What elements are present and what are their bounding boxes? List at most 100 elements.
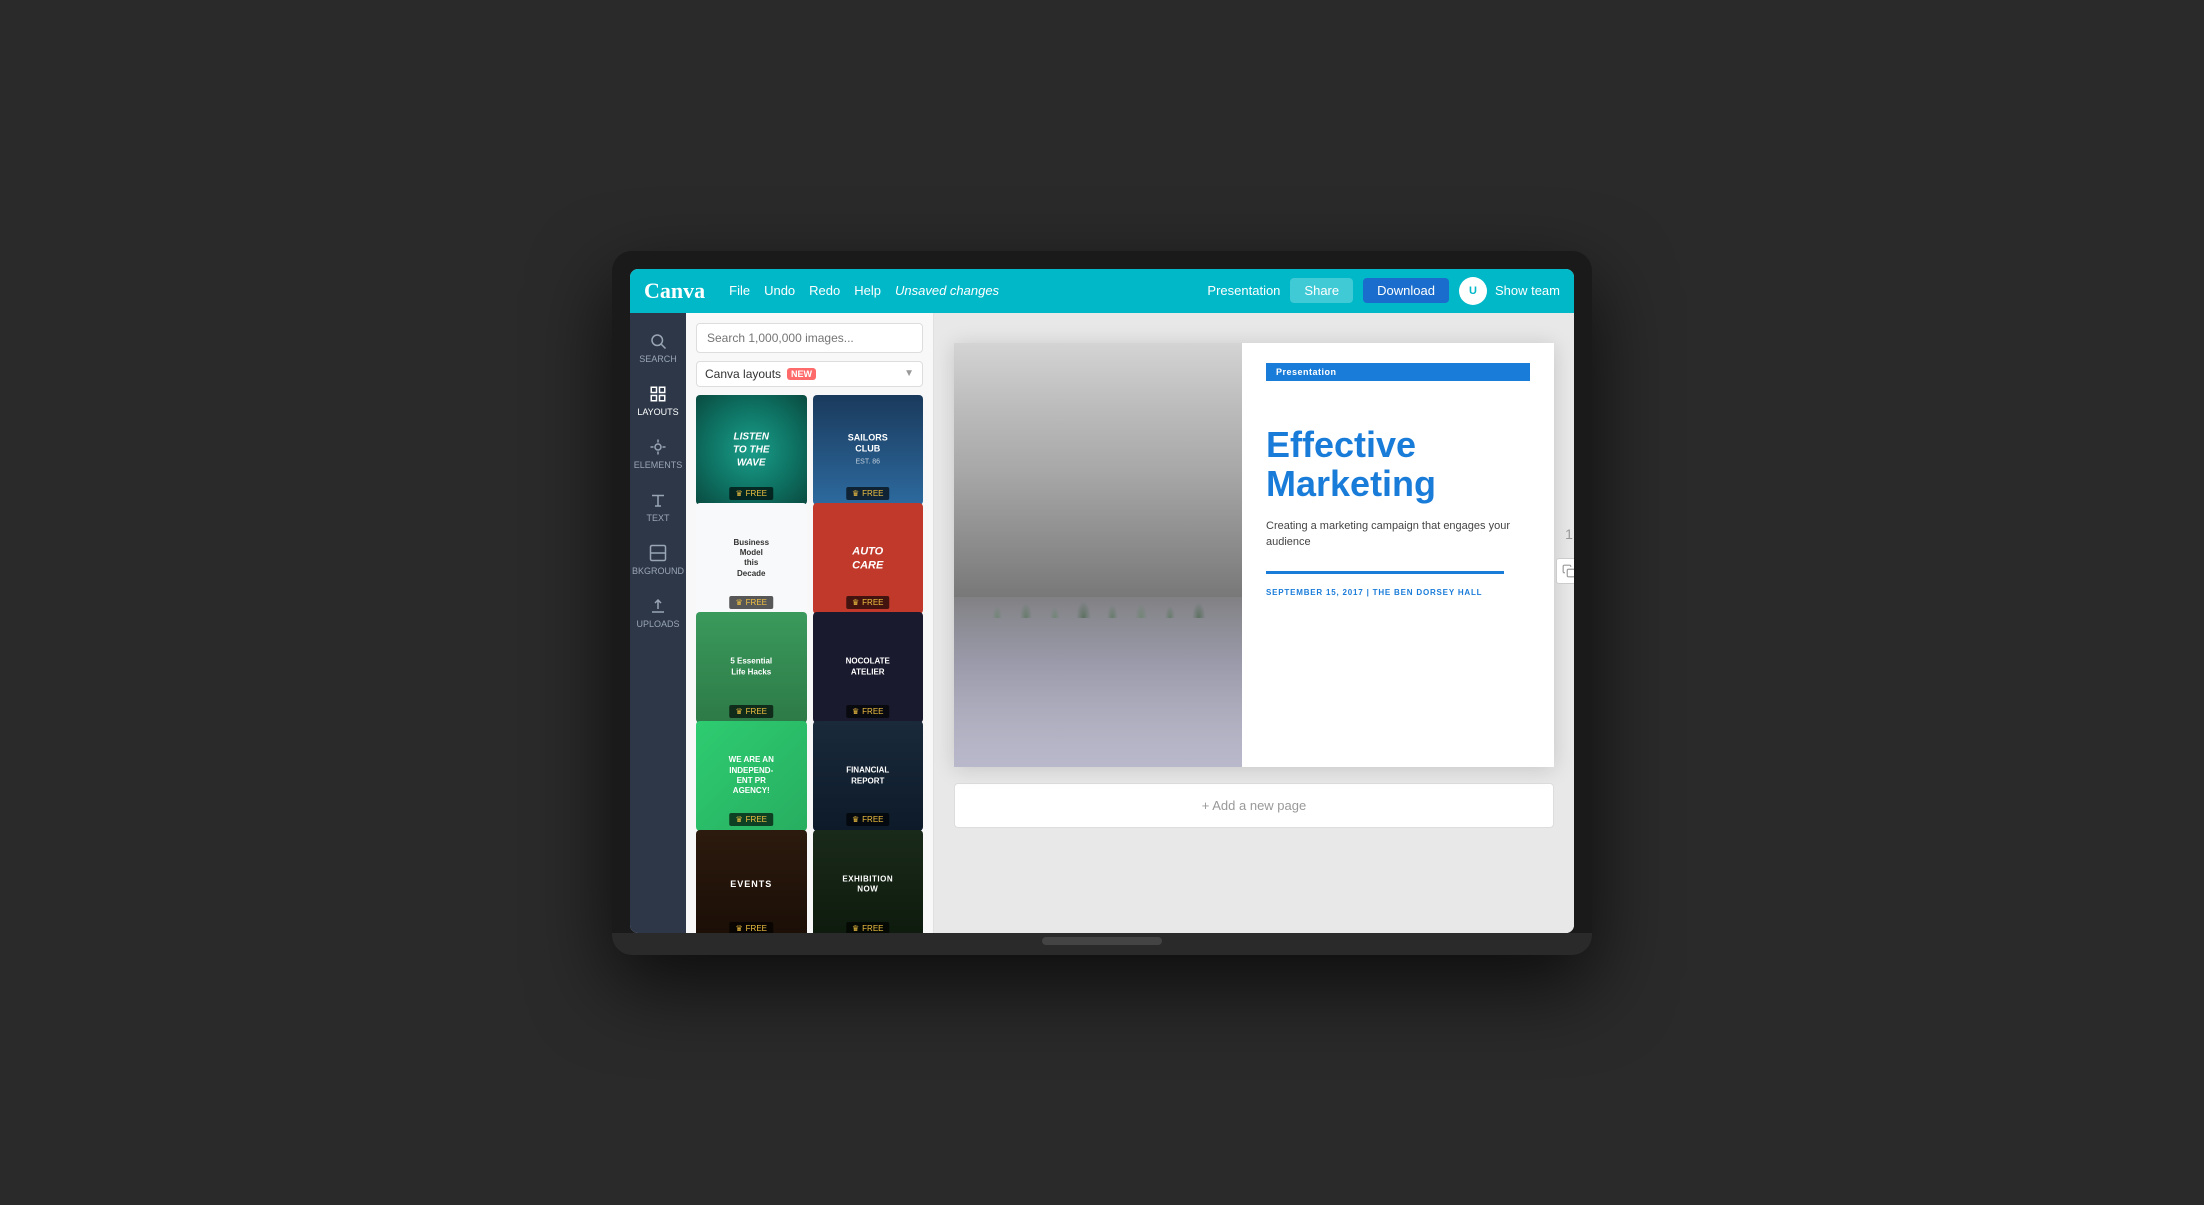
text-icon: [648, 490, 668, 510]
free-badge-sailors: ♛ FREE: [846, 487, 890, 500]
crown-icon-sailors: ♛: [852, 489, 859, 498]
background-icon: [648, 543, 668, 563]
template-card-pragency[interactable]: WE ARE ANINDEPEND-ENT PRAGENCY! ♛ FREE: [696, 721, 807, 832]
main-content: SEARCH LAYOUTS: [630, 313, 1574, 933]
help-menu[interactable]: Help: [854, 283, 881, 298]
filter-dropdown[interactable]: Canva layouts NEW ▼: [696, 361, 923, 387]
crown-icon-lifehacks: ♛: [735, 707, 742, 716]
new-badge: NEW: [787, 368, 816, 380]
slide[interactable]: Presentation Effective Marketing Creatin…: [954, 343, 1554, 767]
canva-logo[interactable]: Canva: [644, 278, 705, 304]
template-title-listen: LISTENTO THEWAVE: [702, 430, 801, 469]
show-team-label: Show team: [1495, 283, 1560, 298]
templates-grid: LISTENTO THEWAVE ♛ FREE SAILORSCLUBEST. …: [686, 395, 933, 933]
laptop-frame: Canva File Undo Redo Help Unsaved change…: [612, 251, 1592, 955]
slide-divider-line: [1266, 571, 1504, 574]
slide-number-area: 1: [1556, 526, 1574, 584]
free-badge-business: ♛ FREE: [729, 596, 773, 609]
topbar-nav: File Undo Redo Help Unsaved changes: [729, 283, 999, 298]
copy-slide-button[interactable]: [1556, 558, 1574, 584]
template-title-nocolate: NOCOLATEATELIER: [818, 657, 917, 678]
sidebar-item-search[interactable]: SEARCH: [630, 323, 686, 372]
crown-icon-events: ♛: [735, 924, 742, 932]
filter-label: Canva layouts: [705, 367, 781, 381]
canvas-area[interactable]: Presentation Effective Marketing Creatin…: [934, 313, 1574, 933]
sidebar-elements-label: ELEMENTS: [634, 460, 683, 470]
template-title-financial: FINANCIALREPORT: [818, 766, 917, 787]
slide-presentation-tag: Presentation: [1266, 363, 1530, 381]
elements-icon: [648, 437, 668, 457]
slide-content: Presentation Effective Marketing Creatin…: [1242, 343, 1554, 767]
template-title-pragency: WE ARE ANINDEPEND-ENT PRAGENCY!: [702, 755, 801, 797]
crown-icon-pragency: ♛: [735, 815, 742, 824]
topbar-right: Presentation Share Download U Show team: [1207, 277, 1560, 305]
template-card-sailors[interactable]: SAILORSCLUBEST. 86 ♛ FREE: [813, 395, 924, 506]
template-title-exhibition: EXHIBITIONNOW: [818, 875, 917, 896]
redo-button[interactable]: Redo: [809, 283, 840, 298]
undo-button[interactable]: Undo: [764, 283, 795, 298]
forest-detail: [954, 364, 1242, 619]
file-menu[interactable]: File: [729, 283, 750, 298]
sidebar-search-label: SEARCH: [639, 354, 677, 364]
search-icon: [648, 331, 668, 351]
sidebar-text-label: TEXT: [646, 513, 669, 523]
topbar: Canva File Undo Redo Help Unsaved change…: [630, 269, 1574, 313]
slide-image: [954, 343, 1242, 767]
template-title-lifehacks: 5 EssentialLife Hacks: [702, 657, 801, 678]
template-card-exhibition[interactable]: EXHIBITIONNOW ♛ FREE: [813, 830, 924, 933]
template-card-financial[interactable]: FINANCIALREPORT ♛ FREE: [813, 721, 924, 832]
search-input[interactable]: [696, 323, 923, 353]
sidebar-item-background[interactable]: BKGROUND: [630, 535, 686, 584]
laptop-base: [612, 933, 1592, 955]
template-title-business: BusinessModelthisDecade: [702, 538, 801, 580]
crown-icon-exhibition: ♛: [852, 924, 859, 932]
slide-title-line2: Marketing: [1266, 463, 1436, 504]
template-card-events[interactable]: EVENTS ♛ FREE: [696, 830, 807, 933]
free-badge-financial: ♛ FREE: [846, 813, 890, 826]
layouts-icon: [648, 384, 668, 404]
presentation-type-label: Presentation: [1207, 283, 1280, 298]
crown-icon: ♛: [735, 489, 742, 498]
sidebar-uploads-label: UPLOADS: [636, 619, 679, 629]
uploads-icon: [648, 596, 668, 616]
search-bar-container: [686, 313, 933, 361]
slide-title-line1: Effective: [1266, 424, 1416, 465]
free-badge-events: ♛ FREE: [729, 922, 773, 932]
free-badge-autocare: ♛ FREE: [846, 596, 890, 609]
share-button[interactable]: Share: [1290, 278, 1353, 303]
crown-icon-business: ♛: [735, 598, 742, 607]
chevron-down-icon: ▼: [904, 368, 914, 379]
templates-panel: Canva layouts NEW ▼ LISTENTO THEWAVE ♛ F…: [686, 313, 934, 933]
user-avatar: U: [1459, 277, 1487, 305]
unsaved-changes-label: Unsaved changes: [895, 283, 999, 298]
sidebar-item-text[interactable]: TEXT: [630, 482, 686, 531]
free-badge-listen: ♛ FREE: [729, 487, 773, 500]
slide-container: Presentation Effective Marketing Creatin…: [954, 343, 1554, 767]
sidebar: SEARCH LAYOUTS: [630, 313, 686, 933]
template-title-sailors: SAILORSCLUBEST. 86: [818, 432, 917, 467]
template-card-autocare[interactable]: AUTOCARE ♛ FREE: [813, 503, 924, 614]
sidebar-layouts-label: LAYOUTS: [637, 407, 678, 417]
laptop-screen: Canva File Undo Redo Help Unsaved change…: [630, 269, 1574, 933]
add-page-button[interactable]: + Add a new page: [954, 783, 1554, 828]
template-card-business[interactable]: BusinessModelthisDecade ♛ FREE: [696, 503, 807, 614]
free-badge-nocolate: ♛ FREE: [846, 705, 890, 718]
crown-icon-autocare: ♛: [852, 598, 859, 607]
template-title-events: EVENTS: [702, 879, 801, 891]
free-badge-lifehacks: ♛ FREE: [729, 705, 773, 718]
free-badge-exhibition: ♛ FREE: [846, 922, 890, 932]
sidebar-item-elements[interactable]: ELEMENTS: [630, 429, 686, 478]
sidebar-background-label: BKGROUND: [632, 566, 684, 576]
sidebar-item-layouts[interactable]: LAYOUTS: [630, 376, 686, 425]
slide-title: Effective Marketing: [1266, 425, 1530, 504]
sidebar-item-uploads[interactable]: UPLOADS: [630, 588, 686, 637]
template-title-autocare: AUTOCARE: [818, 544, 917, 573]
template-card-lifehacks[interactable]: 5 EssentialLife Hacks ♛ FREE: [696, 612, 807, 723]
show-team-button[interactable]: U Show team: [1459, 277, 1560, 305]
slide-date: SEPTEMBER 15, 2017 | THE BEN DORSEY HALL: [1266, 588, 1530, 597]
free-badge-pragency: ♛ FREE: [729, 813, 773, 826]
crown-icon-nocolate: ♛: [852, 707, 859, 716]
download-button[interactable]: Download: [1363, 278, 1449, 303]
template-card-listen[interactable]: LISTENTO THEWAVE ♛ FREE: [696, 395, 807, 506]
template-card-nocolate[interactable]: NOCOLATEATELIER ♛ FREE: [813, 612, 924, 723]
